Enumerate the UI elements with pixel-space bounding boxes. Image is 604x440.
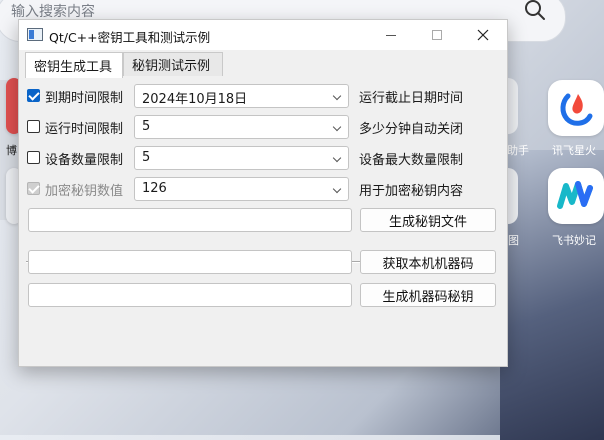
encrypt-key-checkbox xyxy=(27,182,40,195)
runtime-row: 运行时间限制 5 多少分钟自动关闭 xyxy=(24,115,502,139)
expiry-date-select[interactable]: 2024年10月18日 xyxy=(134,84,349,108)
runtime-limit-label[interactable]: 运行时间限制 xyxy=(45,118,123,137)
encrypt-key-value: 126 xyxy=(142,181,167,196)
close-icon xyxy=(477,29,489,41)
chevron-down-icon xyxy=(332,122,342,132)
chevron-down-icon xyxy=(332,184,342,194)
device-count-desc: 设备最大数量限制 xyxy=(359,153,464,168)
partial-app-label: 博 xyxy=(6,144,17,157)
partial-app-label: 图 xyxy=(508,234,519,247)
device-count-label[interactable]: 设备数量限制 xyxy=(45,149,123,168)
expiry-limit-label[interactable]: 到期时间限制 xyxy=(45,87,123,106)
maximize-icon xyxy=(432,30,442,40)
title-bar[interactable]: Qt/C++密钥工具和测试示例 xyxy=(19,20,507,50)
machine-code-input[interactable] xyxy=(28,250,352,274)
runtime-minutes-select[interactable]: 5 xyxy=(134,115,349,139)
expiry-date-value: 2024年10月18日 xyxy=(142,92,248,107)
minimize-icon xyxy=(386,34,396,36)
runtime-minutes-value: 5 xyxy=(142,119,151,134)
runtime-limit-checkbox[interactable] xyxy=(27,120,40,133)
feishu-miaoji-icon xyxy=(557,181,593,209)
get-machine-code-button[interactable]: 获取本机机器码 xyxy=(360,250,496,274)
xunfei-spark-app[interactable] xyxy=(548,80,604,136)
expiry-desc: 运行截止日期时间 xyxy=(359,91,464,106)
device-count-value: 5 xyxy=(142,150,151,165)
app-label: 讯飞星火 xyxy=(552,144,596,157)
encrypt-key-label: 加密秘钥数值 xyxy=(45,184,124,199)
generate-machine-key-button[interactable]: 生成机器码秘钥 xyxy=(360,283,496,307)
tab-key-test[interactable]: 秘钥测试示例 xyxy=(123,52,223,76)
maximize-button[interactable] xyxy=(414,20,460,50)
key-generator-panel: 到期时间限制 2024年10月18日 运行截止日期时间 运行时间限制 5 多少分… xyxy=(24,76,502,360)
xunfei-spark-icon xyxy=(560,93,593,126)
device-count-select[interactable]: 5 xyxy=(134,146,349,170)
tab-key-generator[interactable]: 密钥生成工具 xyxy=(25,52,123,78)
key-file-input[interactable] xyxy=(28,208,352,232)
window-title: Qt/C++密钥工具和测试示例 xyxy=(49,30,211,45)
encrypt-key-select[interactable]: 126 xyxy=(134,177,349,201)
partial-app-label: 助手 xyxy=(507,144,529,157)
search-icon[interactable] xyxy=(524,0,546,21)
feishu-miaoji-app[interactable] xyxy=(548,168,604,224)
app-window: Qt/C++密钥工具和测试示例 密钥生成工具 秘钥测试示例 到期时间限制 202… xyxy=(18,19,508,367)
chevron-down-icon xyxy=(332,91,342,101)
encrypt-key-row: 加密秘钥数值 126 用于加密秘钥内容 xyxy=(24,177,502,201)
expiry-limit-checkbox[interactable] xyxy=(27,89,40,102)
chevron-down-icon xyxy=(332,153,342,163)
minimize-button[interactable] xyxy=(368,20,414,50)
app-label: 飞书妙记 xyxy=(552,234,596,247)
device-count-checkbox[interactable] xyxy=(27,151,40,164)
runtime-desc: 多少分钟自动关闭 xyxy=(359,122,464,137)
encrypt-key-desc: 用于加密秘钥内容 xyxy=(359,184,464,199)
close-button[interactable] xyxy=(460,20,506,50)
generate-key-file-button[interactable]: 生成秘钥文件 xyxy=(360,208,496,232)
machine-key-input[interactable] xyxy=(28,283,352,307)
desktop-search-input[interactable]: 输入搜索内容 xyxy=(11,1,95,21)
device-count-row: 设备数量限制 5 设备最大数量限制 xyxy=(24,146,502,170)
app-window-icon xyxy=(27,28,43,41)
expiry-row: 到期时间限制 2024年10月18日 运行截止日期时间 xyxy=(24,84,502,108)
